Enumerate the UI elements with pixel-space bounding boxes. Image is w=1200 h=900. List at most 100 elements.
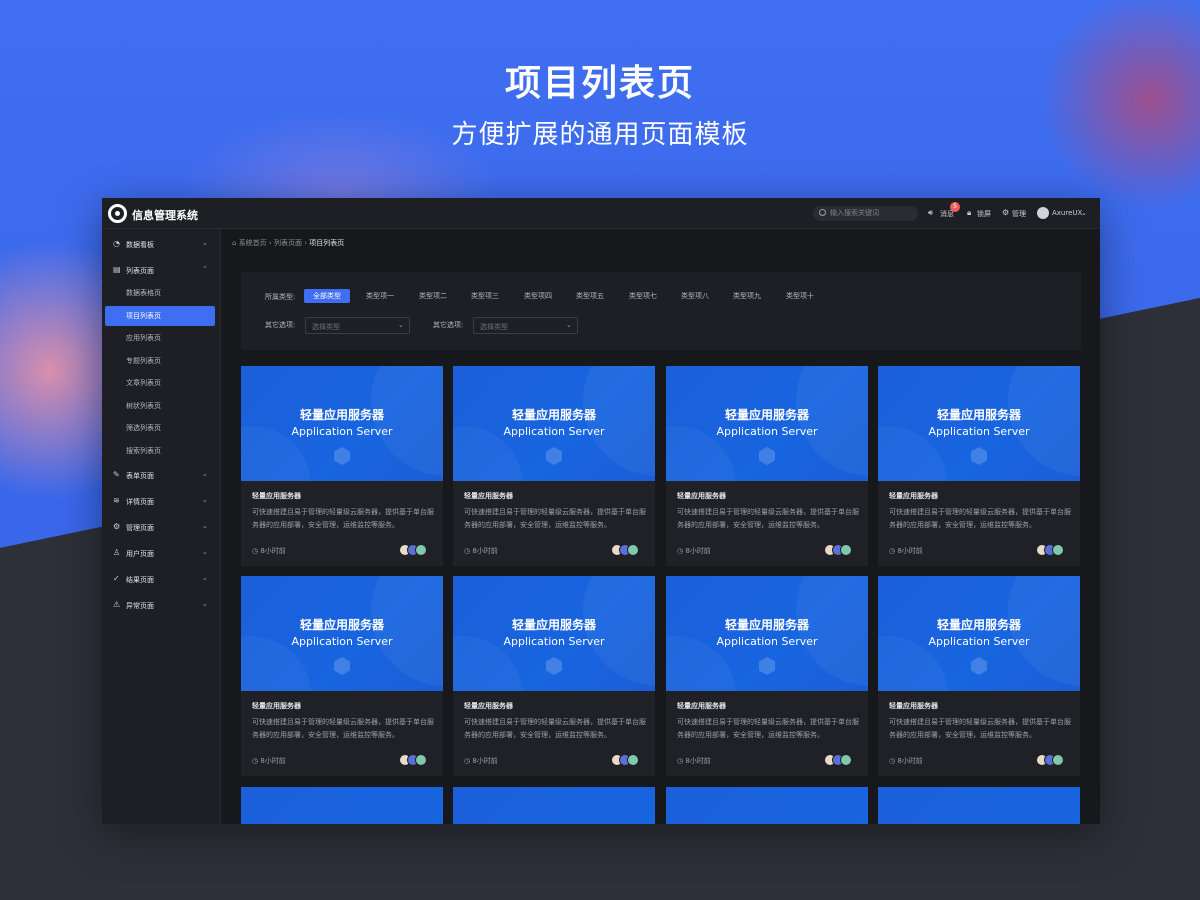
sidebar-subitem-label: 文章列表页 — [126, 379, 161, 387]
sidebar-subitem-tree-list[interactable]: 树状列表页 — [105, 396, 215, 416]
card-title[interactable]: 轻量应用服务器 — [889, 701, 938, 711]
project-card[interactable]: 轻量应用服务器 Application Server 轻量应用服务器 可快速搭建… — [666, 366, 868, 566]
user-icon: ♙ — [113, 548, 121, 557]
type-select-1[interactable]: 选择类型 ⌄ — [305, 317, 410, 334]
other-options-label: 其它选项: — [265, 321, 296, 329]
other-options-label: 其它选项: — [433, 321, 464, 329]
project-card[interactable] — [878, 787, 1080, 824]
project-card[interactable]: 轻量应用服务器 Application Server 轻量应用服务器 可快速搭建… — [241, 576, 443, 776]
sidebar-item-forms[interactable]: ✎ 表单页面 ⌄ — [102, 466, 221, 486]
type-tag-all[interactable]: 全部类型 — [304, 289, 350, 303]
type-tag-5[interactable]: 类型项五 — [568, 289, 612, 303]
avatar — [415, 754, 427, 766]
breadcrumb-parent[interactable]: 列表页面 — [274, 239, 302, 247]
sidebar-subitem-label: 筛选列表页 — [126, 424, 161, 432]
lock-button[interactable]: 锁屏 — [977, 209, 991, 219]
sidebar-subitem-app-list[interactable]: 应用列表页 — [105, 328, 215, 348]
project-card[interactable]: 轻量应用服务器 Application Server 轻量应用服务器 可快速搭建… — [453, 576, 655, 776]
card-title[interactable]: 轻量应用服务器 — [252, 701, 301, 711]
project-card[interactable]: 轻量应用服务器 Application Server 轻量应用服务器 可快速搭建… — [453, 366, 655, 566]
type-tag-7[interactable]: 类型项七 — [621, 289, 665, 303]
type-tag-4[interactable]: 类型项四 — [516, 289, 560, 303]
card-image-subtitle: Application Server — [503, 635, 605, 648]
project-card[interactable]: 轻量应用服务器 Application Server 轻量应用服务器 可快速搭建… — [241, 366, 443, 566]
gear-icon: ⚙ — [113, 522, 121, 531]
card-image[interactable]: 轻量应用服务器 Application Server — [878, 366, 1080, 481]
avatar-group[interactable] — [611, 754, 645, 766]
sidebar-subitem-search-list[interactable]: 搜索列表页 — [105, 441, 215, 461]
project-card[interactable]: 轻量应用服务器 Application Server 轻量应用服务器 可快速搭建… — [878, 366, 1080, 566]
user-name[interactable]: AxureUX — [1052, 209, 1082, 217]
search-input[interactable]: 输入搜索关键词 — [813, 206, 918, 221]
warning-icon: ⚠ — [113, 600, 121, 609]
avatar-group[interactable] — [611, 544, 645, 556]
avatar-group[interactable] — [824, 544, 858, 556]
type-select-2[interactable]: 选择类型 ⌄ — [473, 317, 578, 334]
avatar-group[interactable] — [1036, 754, 1070, 766]
hexagon-icon — [334, 657, 350, 675]
card-title[interactable]: 轻量应用服务器 — [464, 491, 513, 501]
card-image[interactable]: 轻量应用服务器 Application Server — [241, 576, 443, 691]
sidebar-item-results[interactable]: ✓ 结果页面 ⌄ — [102, 570, 221, 590]
type-tag-8[interactable]: 类型项八 — [673, 289, 717, 303]
breadcrumb-home[interactable]: 系统首页 — [239, 239, 267, 247]
project-card[interactable]: 轻量应用服务器 Application Server 轻量应用服务器 可快速搭建… — [878, 576, 1080, 776]
avatar-group[interactable] — [1036, 544, 1070, 556]
project-card[interactable] — [453, 787, 655, 824]
type-tag-9[interactable]: 类型项九 — [725, 289, 769, 303]
project-card[interactable] — [241, 787, 443, 824]
sidebar-item-users[interactable]: ♙ 用户页面 ⌄ — [102, 544, 221, 564]
chevron-down-icon[interactable]: ⌄ — [1081, 209, 1087, 217]
card-image-title: 轻量应用服务器 — [511, 618, 596, 632]
sidebar-subitem-label: 树状列表页 — [126, 402, 161, 410]
card-title[interactable]: 轻量应用服务器 — [677, 701, 726, 711]
card-image[interactable]: 轻量应用服务器 Application Server — [453, 366, 655, 481]
search-placeholder: 输入搜索关键词 — [830, 209, 879, 217]
chevron-down-icon: ⌄ — [202, 239, 208, 247]
card-image[interactable]: 轻量应用服务器 Application Server — [878, 576, 1080, 691]
project-card[interactable]: 轻量应用服务器 Application Server 轻量应用服务器 可快速搭建… — [666, 576, 868, 776]
app-window: 信息管理系统 输入搜索关键词 🔊︎ 消息 5 🔒︎ 锁屏 ⚙ 管理 AxureU… — [102, 198, 1100, 824]
chevron-down-icon: ⌄ — [398, 321, 404, 329]
select-placeholder: 选择类型 — [312, 323, 340, 331]
card-time: ◷ 8小时前 — [677, 756, 711, 766]
sidebar-subitem-article-list[interactable]: 文章列表页 — [105, 373, 215, 393]
type-tag-10[interactable]: 类型项十 — [778, 289, 822, 303]
filter-panel: 所属类型: 全部类型 类型项一 类型项二 类型项三 类型项四 类型项五 类型项七… — [241, 272, 1081, 350]
sidebar-item-details[interactable]: ≋ 详情页面 ⌄ — [102, 492, 221, 512]
sidebar-subitem-data-table[interactable]: 数据表格页 — [105, 283, 215, 303]
project-card[interactable] — [666, 787, 868, 824]
card-image[interactable]: 轻量应用服务器 Application Server — [666, 576, 868, 691]
speaker-icon: 🔊︎ — [928, 208, 934, 217]
avatar — [1052, 754, 1064, 766]
card-title[interactable]: 轻量应用服务器 — [677, 491, 726, 501]
type-tag-1[interactable]: 类型项一 — [358, 289, 402, 303]
type-tag-2[interactable]: 类型项二 — [411, 289, 455, 303]
admin-button[interactable]: 管理 — [1012, 209, 1026, 219]
card-image[interactable]: 轻量应用服务器 Application Server — [453, 576, 655, 691]
card-title[interactable]: 轻量应用服务器 — [464, 701, 513, 711]
sidebar-item-management[interactable]: ⚙ 管理页面 ⌄ — [102, 518, 221, 538]
sidebar-subitem-filter-list[interactable]: 筛选列表页 — [105, 418, 215, 438]
avatar-group[interactable] — [824, 754, 858, 766]
sidebar-item-lists[interactable]: ▤ 列表页面 ⌃ — [102, 261, 221, 281]
avatar-group[interactable] — [399, 754, 433, 766]
avatar[interactable] — [1037, 207, 1049, 219]
sidebar-item-dashboard[interactable]: ◔ 数据看板 ⌄ — [102, 235, 221, 255]
card-image[interactable]: 轻量应用服务器 Application Server — [241, 366, 443, 481]
type-tag-3[interactable]: 类型项三 — [463, 289, 507, 303]
card-title[interactable]: 轻量应用服务器 — [889, 491, 938, 501]
lock-icon: 🔒︎ — [967, 208, 972, 217]
breadcrumb-current: 项目列表页 — [309, 239, 345, 247]
sidebar-subitem-project-list[interactable]: 项目列表页 — [105, 306, 215, 326]
avatar-group[interactable] — [399, 544, 433, 556]
card-title[interactable]: 轻量应用服务器 — [252, 491, 301, 501]
sidebar-subitem-topic-list[interactable]: 专题列表页 — [105, 351, 215, 371]
chevron-down-icon: ⌄ — [202, 600, 208, 608]
dashboard-icon: ◔ — [113, 239, 120, 248]
gear-icon: ⚙ — [1002, 208, 1010, 217]
sidebar-item-errors[interactable]: ⚠ 异常页面 ⌄ — [102, 596, 221, 616]
card-time: ◷ 8小时前 — [889, 756, 923, 766]
card-time: ◷ 8小时前 — [252, 756, 286, 766]
card-image[interactable]: 轻量应用服务器 Application Server — [666, 366, 868, 481]
